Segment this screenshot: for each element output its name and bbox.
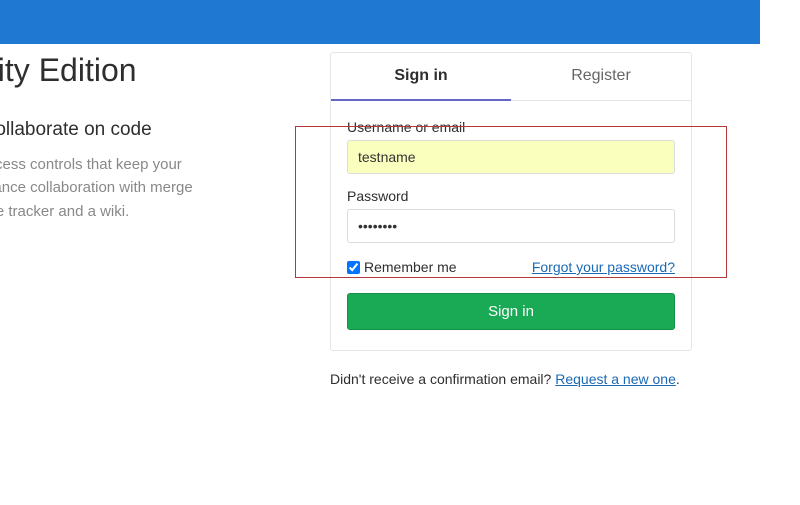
- topbar: [0, 0, 760, 44]
- auth-card: Sign in Register Username or email Passw…: [330, 52, 692, 351]
- desc-line: vs and enhance collaboration with merge: [0, 179, 193, 196]
- tab-sign-in[interactable]: Sign in: [331, 53, 511, 101]
- remember-me[interactable]: Remember me: [347, 259, 457, 275]
- confirmation-text: Didn't receive a confirmation email?: [330, 371, 555, 387]
- desc-line: ave an issue tracker and a wiki.: [0, 203, 129, 220]
- remember-label: Remember me: [364, 259, 457, 275]
- username-label: Username or email: [347, 119, 675, 135]
- remember-checkbox[interactable]: [347, 261, 360, 274]
- password-input[interactable]: [347, 209, 675, 243]
- forgot-password-link[interactable]: Forgot your password?: [532, 259, 675, 275]
- main-content: nity Edition o collaborate on code -grai…: [0, 44, 800, 387]
- left-column: nity Edition o collaborate on code -grai…: [0, 44, 320, 387]
- confirmation-line: Didn't receive a confirmation email? Req…: [330, 371, 692, 387]
- password-label: Password: [347, 188, 675, 204]
- sign-in-button[interactable]: Sign in: [347, 293, 675, 330]
- username-input[interactable]: [347, 140, 675, 174]
- options-row: Remember me Forgot your password?: [347, 259, 675, 275]
- request-new-one-link[interactable]: Request a new one: [555, 371, 676, 387]
- sign-in-form: Username or email Password Remember me F…: [331, 101, 691, 350]
- edition-subtitle: o collaborate on code: [0, 119, 320, 141]
- edition-description: -grained access controls that keep your …: [0, 153, 320, 223]
- tab-register[interactable]: Register: [511, 53, 691, 100]
- auth-tabs: Sign in Register: [331, 53, 691, 101]
- desc-line: -grained access controls that keep your: [0, 156, 182, 173]
- right-column: Sign in Register Username or email Passw…: [330, 52, 692, 387]
- confirmation-dot: .: [676, 371, 680, 387]
- edition-title: nity Edition: [0, 52, 320, 89]
